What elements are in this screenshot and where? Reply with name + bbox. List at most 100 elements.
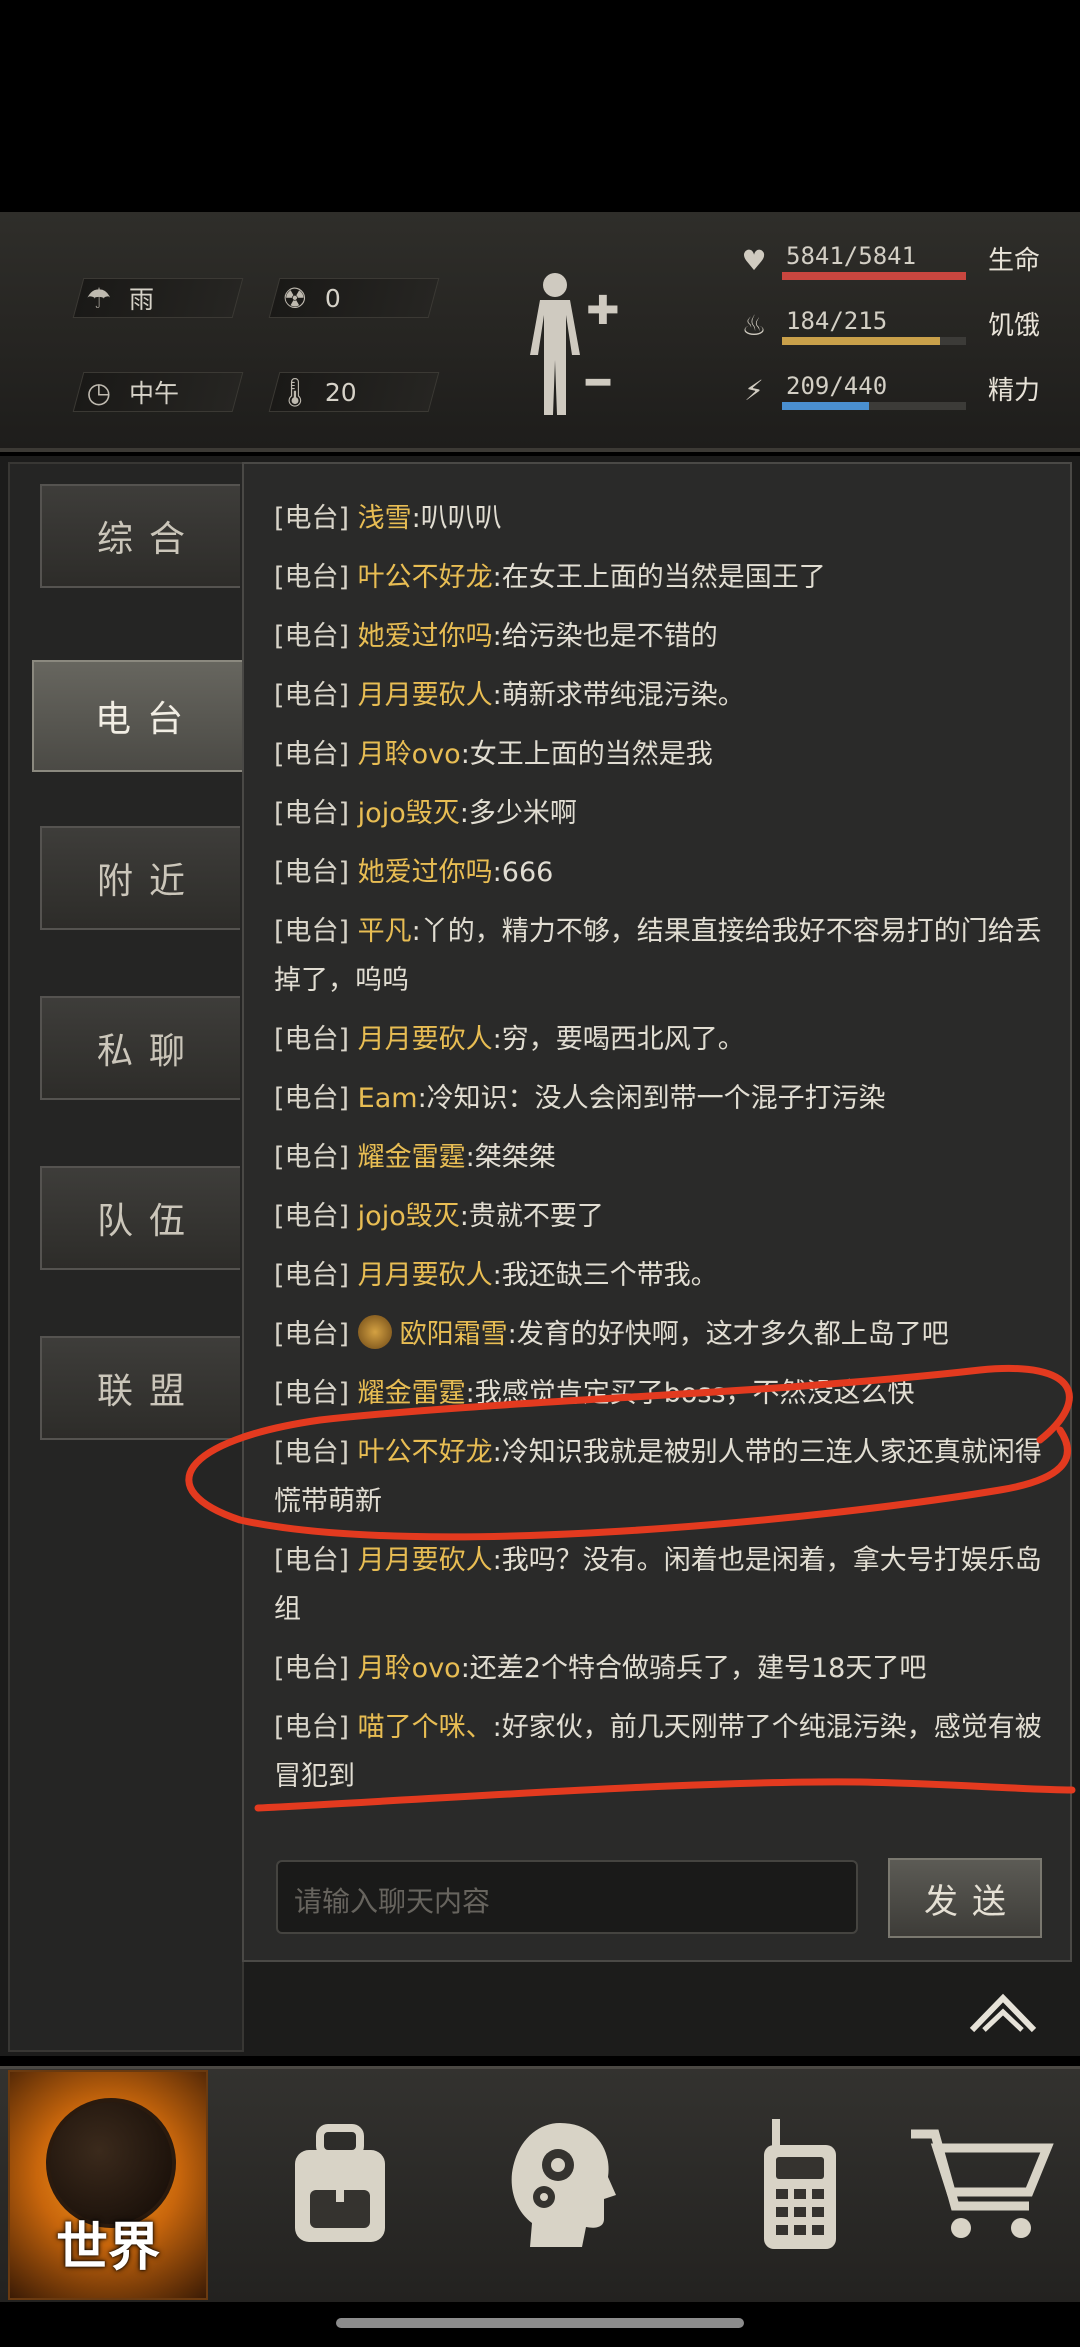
clock-icon: ◷ bbox=[86, 375, 112, 409]
collapse-up-icon[interactable] bbox=[968, 1990, 1038, 2034]
message-channel: [电台] bbox=[274, 1201, 350, 1232]
message-text: :还差2个特合做骑兵了，建号18天了吧 bbox=[460, 1653, 927, 1684]
increase-icon[interactable]: ✚ bbox=[586, 288, 620, 334]
rain-cloud-icon: ☂ bbox=[86, 281, 112, 315]
chat-message[interactable]: [电台] 月月要砍人:穷，要喝西北风了。 bbox=[274, 1015, 1064, 1064]
tab-radio[interactable]: 电台 bbox=[32, 660, 244, 772]
message-sender[interactable]: 月月要砍人 bbox=[358, 1260, 493, 1291]
body-status-icon[interactable] bbox=[520, 270, 590, 420]
chat-message[interactable]: [电台] 月月要砍人:萌新求带纯混污染。 bbox=[274, 671, 1064, 720]
message-sender[interactable]: 她爱过你吗 bbox=[358, 857, 493, 888]
message-sender[interactable]: 叶公不好龙 bbox=[358, 1437, 493, 1468]
tab-nearby[interactable]: 附近 bbox=[40, 826, 240, 930]
message-sender[interactable]: 耀金雷霆 bbox=[358, 1142, 466, 1173]
decrease-icon[interactable]: ━ bbox=[586, 360, 610, 406]
temperature-value: 20 bbox=[325, 377, 357, 407]
message-sender[interactable]: 月聆ovo bbox=[358, 1653, 461, 1684]
message-channel: [电台] bbox=[274, 1024, 350, 1055]
chat-message[interactable]: [电台] jojo毁灭:多少米啊 bbox=[274, 789, 1064, 838]
energy-head-icon: ⚡ bbox=[744, 374, 764, 407]
chat-message[interactable]: [电台] 月聆ovo:女王上面的当然是我 bbox=[274, 730, 1064, 779]
message-channel: [电台] bbox=[274, 1653, 350, 1684]
vital-hunger: ♨ 184/215 饥饿 bbox=[726, 305, 1056, 349]
hunger-bar bbox=[782, 337, 966, 345]
message-sender[interactable]: 月月要砍人 bbox=[358, 1024, 493, 1055]
chat-message[interactable]: [电台] 她爱过你吗:给污染也是不错的 bbox=[274, 612, 1064, 661]
chat-message[interactable]: [电台] 耀金雷霆:我感觉肯定买了boss，不然没这么快 bbox=[274, 1369, 1064, 1418]
message-text: :给污染也是不错的 bbox=[492, 621, 718, 652]
chat-input[interactable]: 请输入聊天内容 bbox=[276, 1860, 858, 1934]
message-channel: [电台] bbox=[274, 562, 350, 593]
message-sender[interactable]: 叶公不好龙 bbox=[358, 562, 493, 593]
chat-message[interactable]: [电台] jojo毁灭:贵就不要了 bbox=[274, 1192, 1064, 1241]
temperature-stat: 🌡 20 bbox=[268, 372, 440, 412]
health-bar bbox=[782, 272, 966, 280]
message-channel: [电台] bbox=[274, 798, 350, 829]
chat-message[interactable]: [电台] 耀金雷霆:桀桀桀 bbox=[274, 1133, 1064, 1182]
home-indicator[interactable] bbox=[336, 2318, 744, 2328]
top-black-area bbox=[0, 0, 1080, 212]
energy-label: 精力 bbox=[988, 376, 1041, 406]
chat-message[interactable]: [电台] 月月要砍人:我还缺三个带我。 bbox=[274, 1251, 1064, 1300]
chat-message[interactable]: [电台] 她爱过你吗:666 bbox=[274, 848, 1064, 897]
shopping-cart-icon bbox=[911, 2129, 1054, 2238]
nav-world[interactable]: 世界 bbox=[8, 2070, 208, 2300]
chat-message[interactable]: [电台] 叶公不好龙:冷知识我就是被别人带的三连人家还真就闲得慌带萌新 bbox=[274, 1428, 1064, 1526]
message-text: :多少米啊 bbox=[459, 798, 577, 829]
message-sender[interactable]: 月月要砍人 bbox=[358, 680, 493, 711]
nav-skills[interactable] bbox=[460, 2070, 660, 2300]
tab-team[interactable]: 队伍 bbox=[40, 1166, 240, 1270]
message-text: :我还缺三个带我。 bbox=[492, 1260, 718, 1291]
radiation-icon: ☢ bbox=[282, 281, 308, 315]
chat-message[interactable]: [电台] 月月要砍人:我吗？没有。闲着也是闲着，拿大号打娱乐岛组 bbox=[274, 1536, 1064, 1634]
send-button[interactable]: 发送 bbox=[888, 1858, 1042, 1938]
heart-icon: ♥ bbox=[741, 244, 767, 277]
nav-world-label: 世界 bbox=[55, 2218, 160, 2278]
radiation-value: 0 bbox=[325, 283, 341, 313]
tab-general[interactable]: 综合 bbox=[40, 484, 240, 588]
message-sender[interactable]: 耀金雷霆 bbox=[358, 1378, 466, 1409]
message-sender[interactable]: 浅雪 bbox=[358, 503, 412, 534]
time-label: 中午 bbox=[129, 379, 180, 408]
message-channel: [电台] bbox=[274, 916, 350, 947]
message-list[interactable]: [电台] 浅雪:叭叭叭 [电台] 叶公不好龙:在女王上面的当然是国王了 [电台] 她… bbox=[274, 494, 1064, 1811]
nav-shop[interactable] bbox=[880, 2070, 1080, 2300]
walkie-talkie-icon bbox=[764, 2119, 836, 2249]
chat-message[interactable]: [电台] 欧阳霜雪:发育的好快啊，这才多久都上岛了吧 bbox=[274, 1310, 1064, 1359]
chat-message[interactable]: [电台] 喵了个咪、:好家伙，前几天刚带了个纯混污染，感觉有被冒犯到 bbox=[274, 1703, 1064, 1801]
message-text: :叭叭叭 bbox=[411, 503, 502, 534]
message-sender[interactable]: 月月要砍人 bbox=[358, 1545, 493, 1576]
message-sender[interactable]: jojo毁灭 bbox=[358, 1201, 460, 1232]
message-channel: [电台] bbox=[274, 1545, 350, 1576]
message-sender[interactable]: Eam bbox=[358, 1083, 418, 1114]
message-text: :发育的好快啊，这才多久都上岛了吧 bbox=[507, 1319, 949, 1350]
chat-message[interactable]: [电台] 叶公不好龙:在女王上面的当然是国王了 bbox=[274, 553, 1064, 602]
message-sender[interactable]: 她爱过你吗 bbox=[358, 621, 493, 652]
tab-alliance[interactable]: 联盟 bbox=[40, 1336, 240, 1440]
chat-message[interactable]: [电台] Eam:冷知识：没人会闲到带一个混子打污染 bbox=[274, 1074, 1064, 1123]
weather-label: 雨 bbox=[129, 285, 155, 314]
message-sender[interactable]: 月聆ovo bbox=[358, 739, 461, 770]
vital-energy: ⚡ 209/440 精力 bbox=[726, 370, 1056, 414]
chat-message[interactable]: [电台] 平凡:丫的，精力不够，结果直接给我好不容易打的门给丢掉了，呜呜 bbox=[274, 907, 1064, 1005]
message-channel: [电台] bbox=[274, 503, 350, 534]
time-stat: ◷ 中午 bbox=[72, 372, 244, 412]
message-channel: [电台] bbox=[274, 1319, 350, 1350]
chat-panel[interactable]: [电台] 浅雪:叭叭叭 [电台] 叶公不好龙:在女王上面的当然是国王了 [电台] 她… bbox=[242, 462, 1072, 1962]
message-text: :冷知识：没人会闲到带一个混子打污染 bbox=[417, 1083, 886, 1114]
message-text: :穷，要喝西北风了。 bbox=[492, 1024, 745, 1055]
message-sender[interactable]: 平凡 bbox=[358, 916, 412, 947]
chat-message[interactable]: [电台] 月聆ovo:还差2个特合做骑兵了，建号18天了吧 bbox=[274, 1644, 1064, 1693]
nav-radio[interactable] bbox=[700, 2070, 900, 2300]
radiation-stat: ☢ 0 bbox=[268, 278, 440, 318]
nav-backpack[interactable] bbox=[240, 2070, 440, 2300]
message-sender[interactable]: jojo毁灭 bbox=[358, 798, 460, 829]
message-text: :女王上面的当然是我 bbox=[460, 739, 713, 770]
message-channel: [电台] bbox=[274, 857, 350, 888]
chat-message[interactable]: [电台] 浅雪:叭叭叭 bbox=[274, 494, 1064, 543]
message-channel: [电台] bbox=[274, 1083, 350, 1114]
message-sender[interactable]: 欧阳霜雪 bbox=[400, 1319, 508, 1350]
message-sender[interactable]: 喵了个咪、 bbox=[358, 1712, 493, 1743]
stomach-icon: ♨ bbox=[741, 309, 767, 342]
tab-private[interactable]: 私聊 bbox=[40, 996, 240, 1100]
